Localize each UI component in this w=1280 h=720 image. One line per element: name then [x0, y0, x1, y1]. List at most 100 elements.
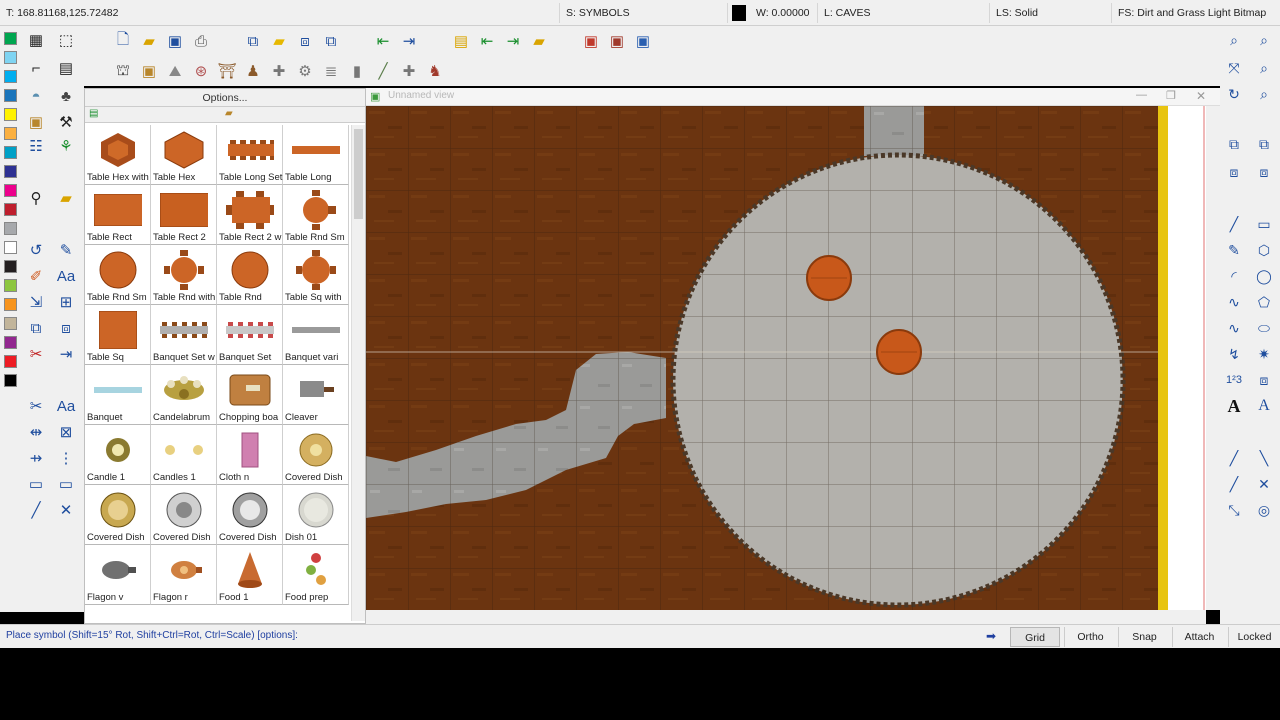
tools-icon[interactable]: ⚒ [54, 110, 78, 134]
symbol-cell[interactable]: Table Rect 2 [151, 185, 217, 245]
symbol-cell[interactable]: Cleaver [283, 365, 349, 425]
sign-post-icon[interactable]: ✚ [398, 60, 420, 82]
creature-icon[interactable]: ♞ [424, 60, 446, 82]
palette-color-swatch[interactable] [4, 241, 17, 254]
catalog-tab-folder-icon[interactable]: ▰ [225, 108, 241, 121]
draw-shape-icon[interactable]: ⬠ [1252, 290, 1276, 314]
symbol-cell[interactable]: Candelabrum [151, 365, 217, 425]
palette-color-swatch[interactable] [4, 317, 17, 330]
palette-color-swatch[interactable] [4, 32, 17, 45]
line-style-field[interactable]: LS: Solid [990, 3, 1112, 23]
symbol-cell[interactable]: Table Hex with [85, 125, 151, 185]
measure-icon[interactable]: ╱ [1222, 446, 1246, 470]
symbol-cell[interactable]: Food prep [283, 545, 349, 605]
restore-icon[interactable]: ❐ [1166, 89, 1176, 102]
draw-curve-icon[interactable]: ∿ [1222, 290, 1246, 314]
view-icon[interactable]: ⧉ [242, 30, 264, 52]
redraw-icon[interactable]: ↻ [1222, 82, 1246, 106]
symbol-cell[interactable]: Banquet [85, 365, 151, 425]
target-icon[interactable]: ◎ [1252, 498, 1276, 522]
grid-icon[interactable]: ▤ [54, 56, 78, 80]
draw-arc-icon[interactable]: ◜ [1222, 264, 1246, 288]
draw-path-icon[interactable]: ↯ [1222, 342, 1246, 366]
palette-color-swatch[interactable] [4, 222, 17, 235]
info-icon[interactable]: ▣ [632, 30, 654, 52]
ungroup-icon[interactable]: ⧉ [1252, 132, 1276, 156]
export-icon[interactable]: ⇥ [398, 30, 420, 52]
symbol-cell[interactable]: Table Rect [85, 185, 151, 245]
zoom-previous-icon[interactable]: ⌕ [1252, 82, 1276, 106]
dimension-icon[interactable]: ╲ [1252, 446, 1276, 470]
statue-icon[interactable]: ♟ [242, 60, 264, 82]
palette-color-swatch[interactable] [4, 374, 17, 387]
zoom-out-icon[interactable]: ⌕ [1252, 56, 1276, 80]
palette-color-swatch[interactable] [4, 146, 17, 159]
tree-icon[interactable]: ♣ [54, 84, 78, 108]
symbol-cell[interactable]: Covered Dish [283, 425, 349, 485]
symbol-cell[interactable]: Table Sq [85, 305, 151, 365]
draw-rectangle-icon[interactable]: ▭ [1252, 212, 1276, 236]
edit-text-icon[interactable]: Aa [54, 394, 78, 418]
symbol-cell[interactable]: Table Rnd [217, 245, 283, 305]
symbol-cell[interactable]: Covered Dish [217, 485, 283, 545]
save-icon[interactable]: ▣ [164, 30, 186, 52]
symbol-cell[interactable]: Flagon r [151, 545, 217, 605]
draw-circle-icon[interactable]: ◯ [1252, 264, 1276, 288]
draw-ellipse-icon[interactable]: ⬭ [1252, 316, 1276, 340]
corner-icon[interactable]: ⌐ [24, 56, 48, 80]
fill-style-field[interactable]: FS: Dirt and Grass Light Bitmap [1112, 3, 1280, 23]
close-icon[interactable]: ✕ [1196, 89, 1206, 103]
symbol-catalog-field[interactable]: S: SYMBOLS [560, 3, 728, 23]
layers-icon[interactable]: ▤ [450, 30, 472, 52]
extend-icon[interactable]: ⇸ [24, 446, 48, 470]
symbol-cell[interactable]: Table Long [283, 125, 349, 185]
symbol-cell[interactable]: Table Rnd with [151, 245, 217, 305]
show-layer-icon[interactable]: ⇥ [502, 30, 524, 52]
line-width-field[interactable]: W: 0.00000 [750, 3, 818, 23]
palette-color-swatch[interactable] [4, 70, 17, 83]
page-settings-icon[interactable]: ⧉ [320, 30, 342, 52]
dungeon-icon[interactable]: ⛫ [112, 60, 134, 82]
layer-field[interactable]: L: CAVES [818, 3, 990, 23]
page-icon[interactable]: ⧈ [294, 30, 316, 52]
note-icon[interactable]: ▰ [268, 30, 290, 52]
import-icon[interactable]: ⇤ [372, 30, 394, 52]
open-folder-icon[interactable]: ▰ [138, 30, 160, 52]
symbol-cell[interactable]: Table Hex [151, 125, 217, 185]
effects-icon[interactable]: ▣ [580, 30, 602, 52]
undo-icon[interactable]: ↺ [24, 238, 48, 262]
ortho-toggle[interactable]: Ortho [1064, 627, 1116, 647]
frame-icon[interactable]: ▭ [54, 472, 78, 496]
zoom-window-icon[interactable]: ⌕ [1222, 28, 1246, 52]
symbol-cell[interactable]: Banquet Set [217, 305, 283, 365]
fillet-icon[interactable]: ⊠ [54, 420, 78, 444]
palette-color-swatch[interactable] [4, 127, 17, 140]
symbol-cell[interactable]: Dish 01 [283, 485, 349, 545]
draw-polygon-icon[interactable]: ⬡ [1252, 238, 1276, 262]
folder-icon[interactable]: ▰ [54, 186, 78, 210]
select-icon[interactable]: ▦ [24, 28, 48, 52]
palette-color-swatch[interactable] [4, 355, 17, 368]
palette-color-swatch[interactable] [4, 165, 17, 178]
text-box-icon[interactable]: A [1252, 394, 1276, 418]
symbol-cell[interactable]: Banquet Set w [151, 305, 217, 365]
line-icon[interactable]: ╱ [24, 498, 48, 522]
brush-icon[interactable]: ⚲ [24, 186, 48, 210]
catalog-scroll-thumb[interactable] [354, 129, 363, 219]
catalog-scrollbar[interactable] [351, 125, 365, 621]
move-icon[interactable]: ⇲ [24, 290, 48, 314]
trap-icon[interactable]: ⛰ [164, 60, 186, 82]
new-file-icon[interactable]: 🗋 [112, 30, 134, 52]
palette-color-swatch[interactable] [4, 279, 17, 292]
symbol-cell[interactable]: Table Rnd Sm [85, 245, 151, 305]
locked-toggle[interactable]: Locked [1228, 627, 1280, 647]
cross-icon[interactable]: ✕ [54, 498, 78, 522]
catalog-tab-filter-icon[interactable]: ▤ [89, 108, 105, 121]
palette-color-swatch[interactable] [4, 108, 17, 121]
back-icon[interactable]: ⧈ [1252, 160, 1276, 184]
terrain-icon[interactable]: ◓ [24, 84, 48, 108]
pencil-icon[interactable]: ✎ [54, 238, 78, 262]
palette-color-swatch[interactable] [4, 336, 17, 349]
attach-toggle[interactable]: Attach [1172, 627, 1226, 647]
print-icon[interactable]: ⎙ [190, 30, 212, 52]
